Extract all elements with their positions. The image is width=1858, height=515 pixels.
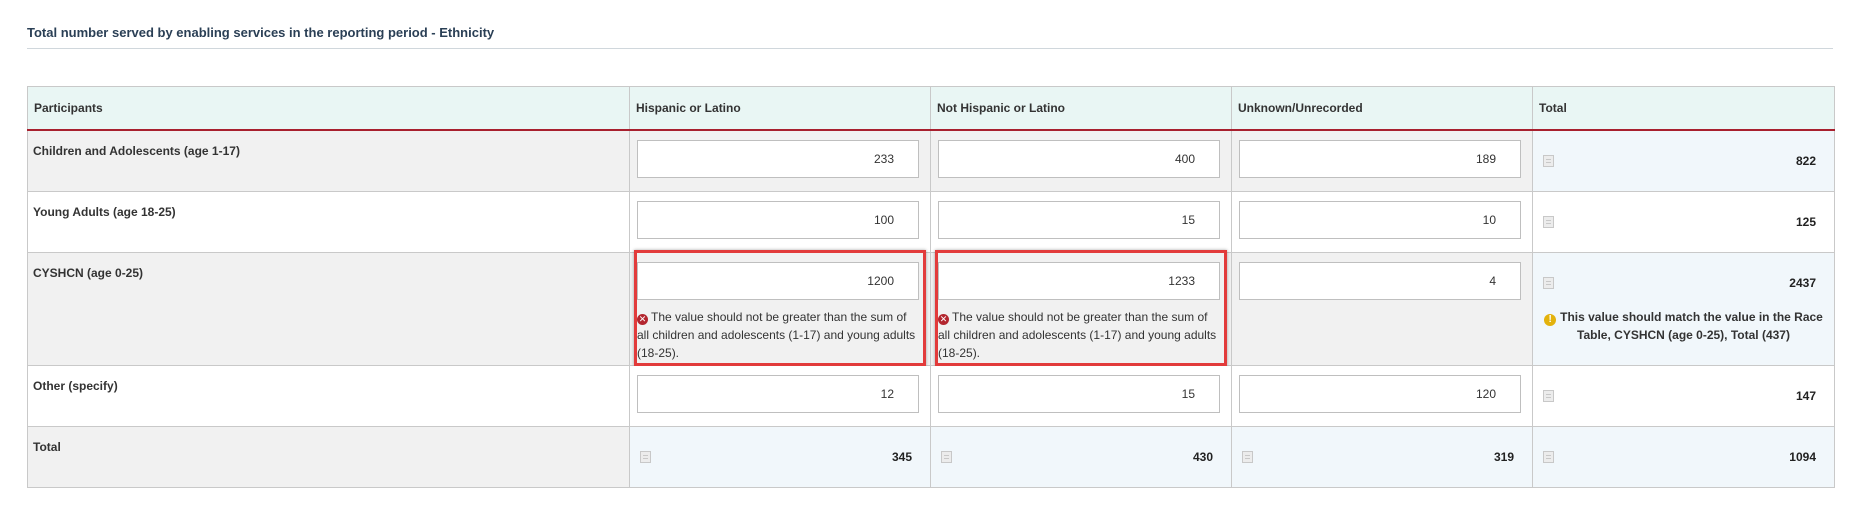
row-total-value: 822: [1795, 154, 1816, 168]
header-unknown: Unknown/Unrecorded: [1231, 86, 1533, 131]
calculator-icon: [1242, 451, 1253, 463]
table-row: CYSHCN (age 0-25) ✕The value should not …: [27, 250, 1835, 366]
hispanic-other-input[interactable]: [637, 375, 919, 413]
calculator-icon: [1543, 216, 1554, 228]
row-label: Children and Adolescents (age 1-17): [27, 129, 630, 192]
column-total-value: 430: [1192, 450, 1213, 464]
not-hispanic-other-input[interactable]: [938, 375, 1220, 413]
row-label: CYSHCN (age 0-25): [27, 252, 630, 366]
error-text: The value should not be greater than the…: [637, 310, 916, 360]
not-hispanic-young-adults-input[interactable]: [938, 201, 1220, 239]
totals-row: Total 345 430 319 1094: [27, 426, 1835, 488]
column-total-value: 345: [891, 450, 912, 464]
x-circle-icon: ✕: [637, 314, 648, 325]
header-participants: Participants: [27, 86, 630, 131]
unknown-children-input[interactable]: [1239, 140, 1521, 178]
not-hispanic-children-input[interactable]: [938, 140, 1220, 178]
grand-total-value: 1094: [1789, 450, 1816, 464]
calculator-icon: [941, 451, 952, 463]
calculator-icon: [1543, 451, 1554, 463]
title-divider: [27, 48, 1833, 49]
validation-error: ✕ The value should not be greater than th…: [637, 308, 919, 362]
header-not-hispanic: Not Hispanic or Latino: [930, 86, 1232, 131]
validation-warning: ! This value should match the value in th…: [1543, 308, 1824, 344]
calculator-icon: [640, 451, 651, 463]
x-circle-icon: ✕: [938, 314, 949, 325]
column-total-value: 319: [1493, 450, 1514, 464]
calculator-icon: [1543, 277, 1554, 289]
calculator-icon: [1543, 390, 1554, 402]
hispanic-young-adults-input[interactable]: [637, 201, 919, 239]
exclamation-circle-icon: !: [1544, 314, 1557, 326]
error-text: The value should not be greater than the…: [938, 310, 1217, 360]
page-title: Total number served by enabling services…: [27, 25, 495, 40]
row-label: Young Adults (age 18-25): [27, 191, 630, 253]
unknown-cyshcn-input[interactable]: [1239, 262, 1521, 300]
table-row: Children and Adolescents (age 1-17) 822: [27, 129, 1835, 192]
header-total: Total: [1532, 86, 1835, 131]
table-row: Other (specify) 147: [27, 365, 1835, 427]
hispanic-cyshcn-input[interactable]: [637, 262, 919, 300]
header-hispanic: Hispanic or Latino: [629, 86, 931, 131]
calculator-icon: [1543, 155, 1554, 167]
row-total-value: 125: [1795, 215, 1816, 229]
hispanic-children-input[interactable]: [637, 140, 919, 178]
ethnicity-table: Participants Hispanic or Latino Not Hisp…: [27, 86, 1835, 488]
not-hispanic-cyshcn-input[interactable]: [938, 262, 1220, 300]
unknown-young-adults-input[interactable]: [1239, 201, 1521, 239]
row-label: Other (specify): [27, 365, 630, 427]
unknown-other-input[interactable]: [1239, 375, 1521, 413]
validation-error: ✕ The value should not be greater than th…: [938, 308, 1220, 362]
row-label: Total: [27, 426, 630, 488]
warning-text: This value should match the value in the…: [1560, 310, 1823, 342]
table-row: Young Adults (age 18-25) 125: [27, 191, 1835, 253]
row-total-value: 2437: [1789, 276, 1816, 290]
table-header-row: Participants Hispanic or Latino Not Hisp…: [27, 86, 1835, 131]
row-total-value: 147: [1795, 389, 1816, 403]
